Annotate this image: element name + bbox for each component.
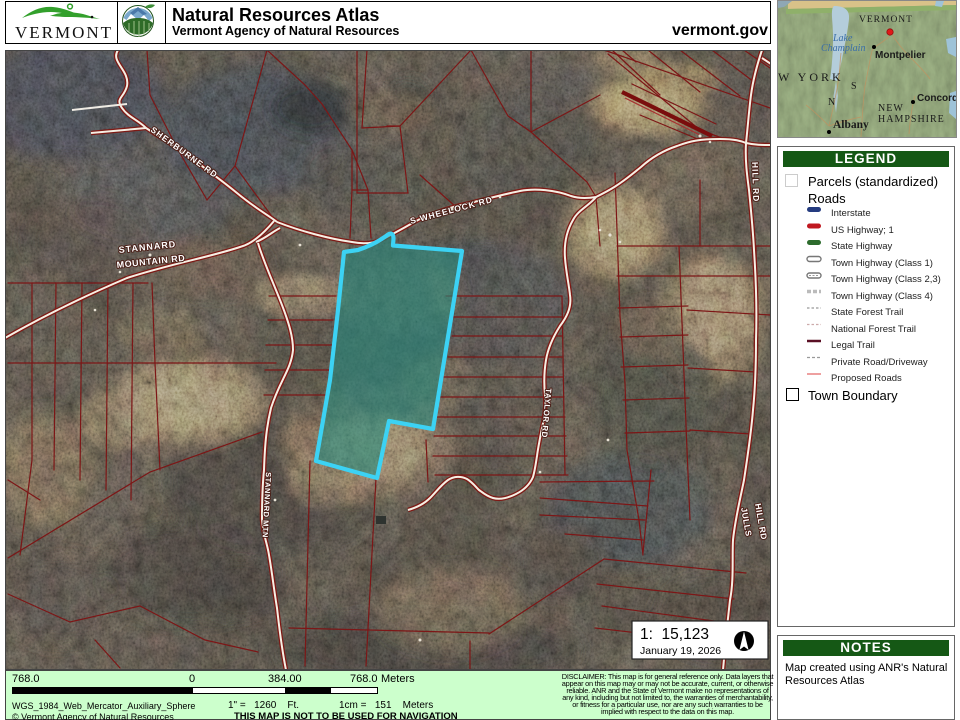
svg-text:Albany: Albany xyxy=(833,119,869,131)
svg-text:N: N xyxy=(828,97,835,108)
svg-text:1: 15,123: 1: 15,123 xyxy=(640,626,709,643)
svg-text:Concord: Concord xyxy=(917,93,956,104)
svg-text:S: S xyxy=(851,81,857,92)
svg-text:Champlain: Champlain xyxy=(821,43,865,54)
svg-text:HAMPSHIRE: HAMPSHIRE xyxy=(878,114,945,125)
svg-text:W YORK: W YORK xyxy=(778,70,844,84)
svg-text:HILL RD: HILL RD xyxy=(750,162,761,203)
svg-text:VERMONT: VERMONT xyxy=(859,15,913,25)
svg-text:Montpelier: Montpelier xyxy=(875,50,926,61)
svg-text:January 19, 2026: January 19, 2026 xyxy=(640,645,721,657)
svg-text:NEW: NEW xyxy=(878,103,904,114)
